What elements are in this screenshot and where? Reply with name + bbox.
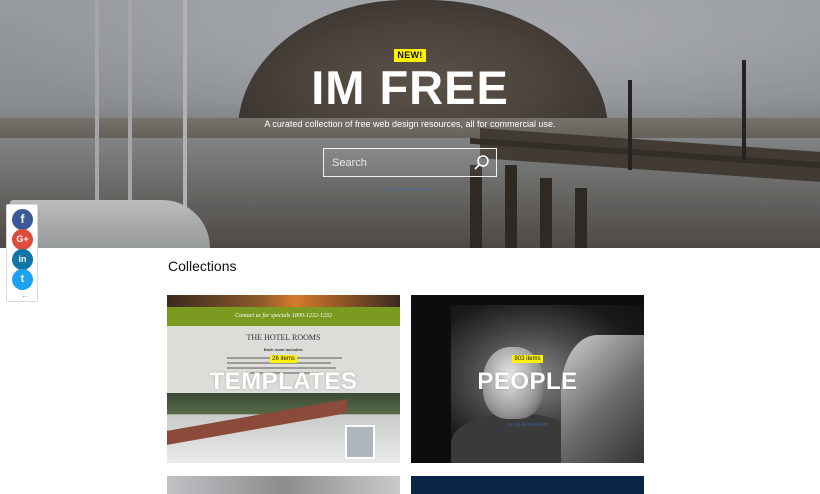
collection-card-next[interactable] [167,476,400,494]
search-box [323,148,497,177]
facebook-share-button[interactable]: f [12,209,33,230]
collection-label: PEOPLE [477,368,578,395]
thumbnail-subheading: Each room includes: [263,347,304,352]
site-title[interactable]: IM FREE [260,62,560,114]
collections-heading: Collections [168,258,237,274]
hero-banner: NEW! IM FREE A curated collection of fre… [0,0,820,248]
collection-label: TEMPLATES [209,368,358,395]
site-tagline: A curated collection of free web design … [264,119,556,129]
collapse-arrow-icon[interactable]: ← [21,291,29,300]
social-share-bar: f G+ in t ← [6,204,38,302]
collection-card-people[interactable]: 803 items PEOPLE pic by Gracawallet [411,295,644,463]
thumbnail-heading: THE HOTEL ROOMS [246,333,321,342]
item-count-text: 803 items [512,355,543,363]
search-input[interactable] [324,149,474,176]
thumbnail-window [345,425,375,459]
search-icon[interactable] [472,153,492,173]
item-count-badge: 26 items [167,355,400,363]
hero-photo-credit[interactable]: pic by Bhavesh Kumar... [340,187,480,193]
item-count-text: 26 items [270,355,297,363]
photo-credit[interactable]: pic by Gracawallet [411,422,644,428]
item-count-badge: 803 items [411,355,644,363]
collection-card-next[interactable] [411,476,644,494]
thumbnail-banner: Contact us for specials 1800-1232-1232 [167,307,400,326]
google-plus-share-button[interactable]: G+ [12,229,33,250]
linkedin-share-button[interactable]: in [12,249,33,270]
collection-card-templates[interactable]: Contact us for specials 1800-1232-1232 T… [167,295,400,463]
thumbnail-header-image [167,295,400,307]
thumbnail-arm [561,335,644,463]
twitter-share-button[interactable]: t [12,269,33,290]
